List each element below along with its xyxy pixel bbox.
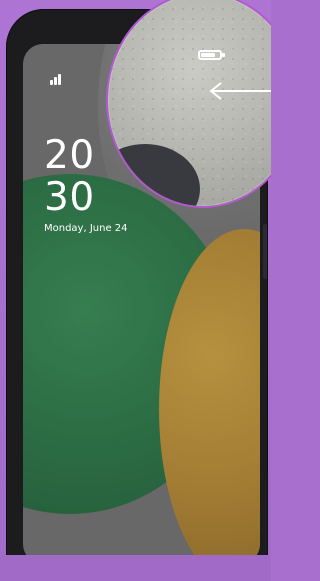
- side-button: [263, 224, 267, 279]
- clock-hour: 20: [44, 133, 95, 178]
- lock-screen-date: Monday, June 24: [44, 223, 128, 234]
- battery-fill: [201, 53, 215, 57]
- battery-icon: [198, 50, 226, 62]
- clock-minute: 30: [44, 175, 95, 220]
- bottom-background-strip: [0, 555, 271, 581]
- signal-bars-icon: [50, 73, 66, 85]
- battery-tip: [222, 53, 225, 57]
- clock-display: 20 30: [44, 135, 95, 219]
- arrow-left-icon: [205, 79, 271, 103]
- zoom-magnifier: [106, 0, 271, 208]
- stage: 20 30 Monday, June 24: [0, 0, 271, 581]
